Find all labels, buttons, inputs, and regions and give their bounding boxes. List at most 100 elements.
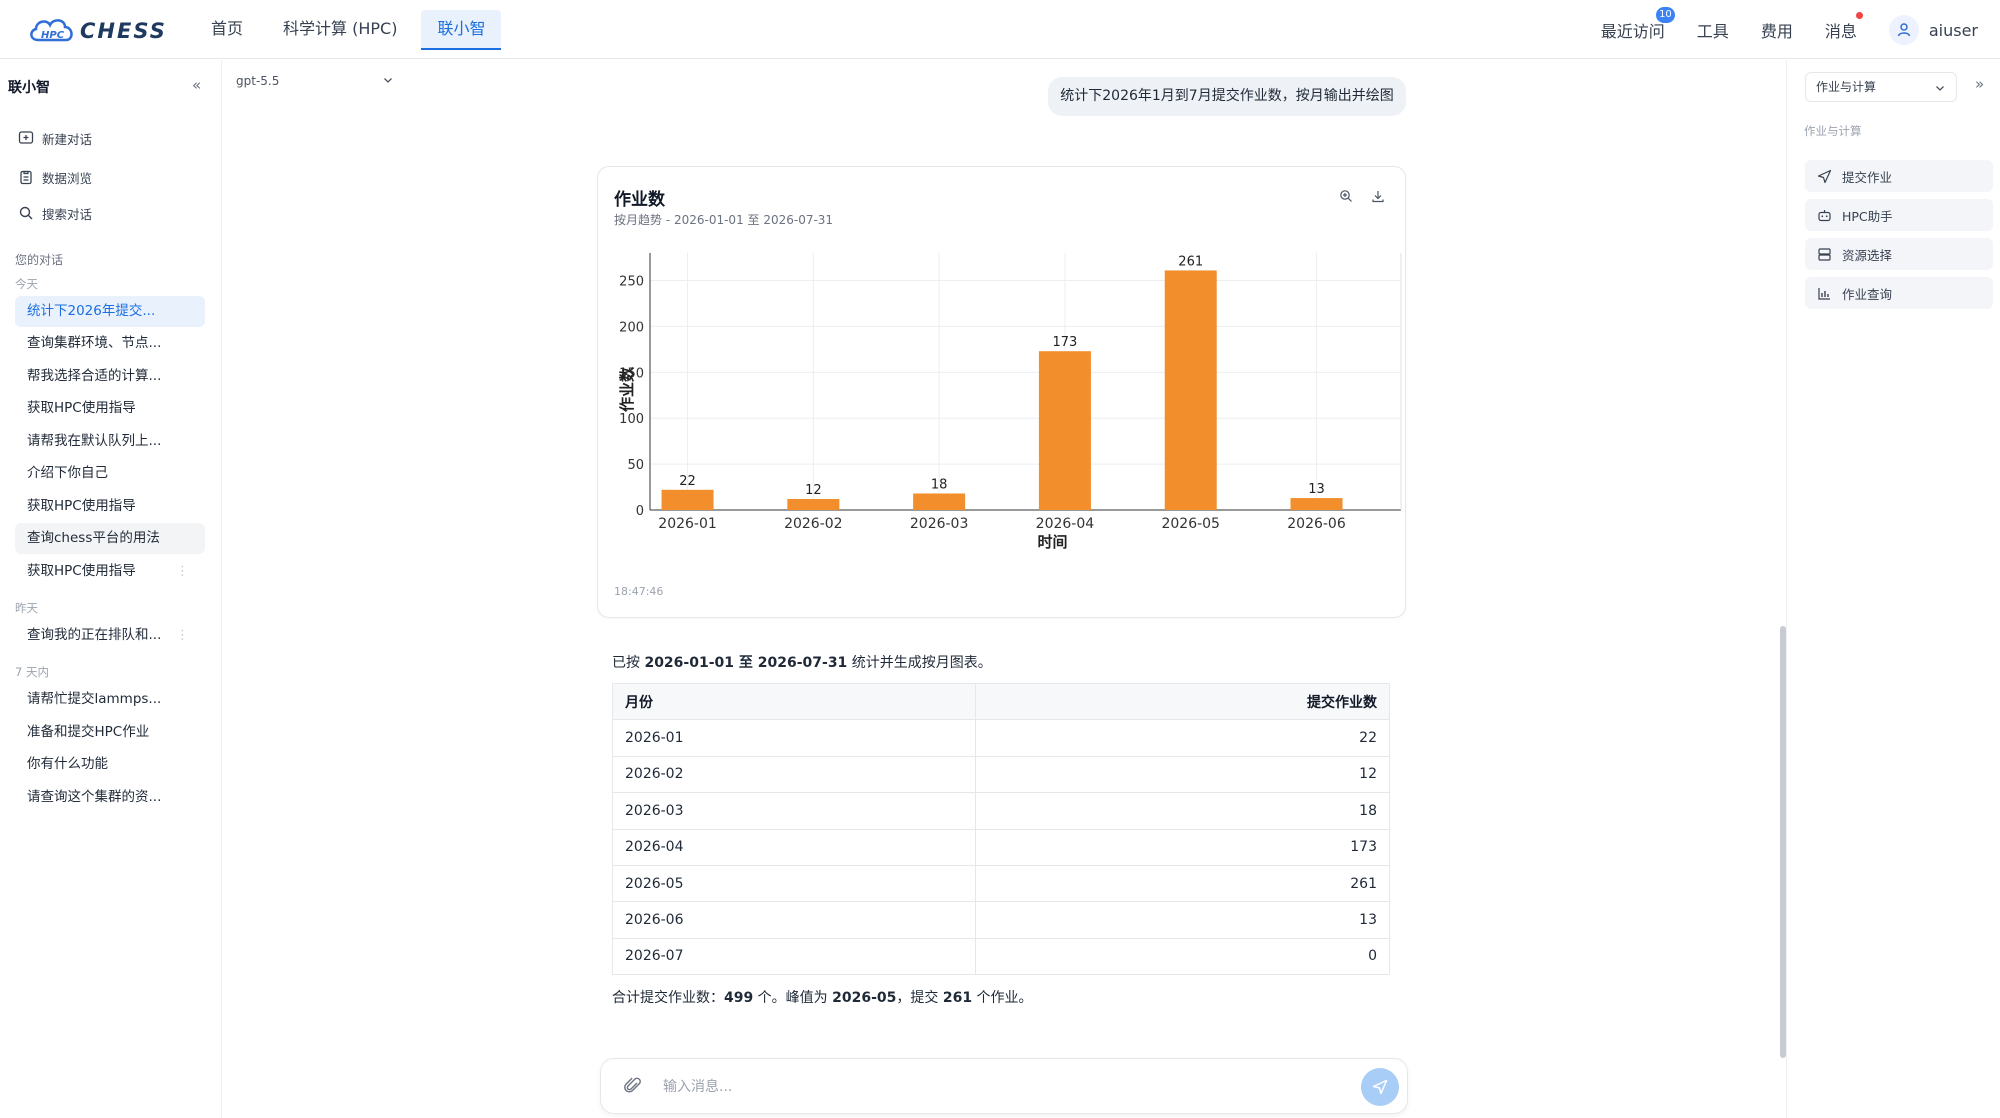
conversation-title: 查询我的正在排队和... <box>27 627 162 643</box>
fees-button[interactable]: 费用 <box>1761 18 1793 42</box>
search-icon <box>19 206 33 220</box>
sidebar-title: 联小智 <box>8 80 50 96</box>
conversation-item[interactable]: 统计下2026年提交... <box>15 296 205 327</box>
chess-logo[interactable]: HPC CHESS <box>28 14 165 46</box>
messages-button[interactable]: 消息 <box>1825 12 1863 42</box>
summary-text: 合计提交作业数：499 个。峰值为 2026-05，提交 261 个作业。 <box>612 987 1033 1007</box>
expand-panel-icon[interactable]: » <box>1975 75 1984 93</box>
main-nav: 首页 科学计算 (HPC) 联小智 <box>195 10 502 50</box>
table-row: 2026-07 0 <box>611 937 1390 976</box>
tools-button[interactable]: 工具 <box>1697 18 1729 42</box>
x-tick-label: 2026-03 <box>910 516 969 532</box>
month-cell: 2026-02 <box>611 755 977 794</box>
x-tick-label: 2026-05 <box>1161 516 1220 532</box>
y-tick-label: 250 <box>619 275 644 290</box>
conversation-item[interactable]: 获取HPC使用指导 ⋮ <box>15 556 205 587</box>
y-tick-label: 50 <box>627 458 644 473</box>
hpc-assistant-button[interactable]: HPC助手 <box>1805 199 1993 231</box>
month-cell: 2026-06 <box>611 901 977 939</box>
panel-section-label: 作业与计算 <box>1804 124 1862 138</box>
chevron-down-icon <box>1936 86 1944 91</box>
attachment-icon[interactable] <box>623 1076 643 1100</box>
conversation-item[interactable]: 请帮我在默认队列上... <box>15 426 205 457</box>
user-message-bubble: 统计下2026年1月到7月提交作业数，按月输出并绘图 <box>1048 77 1406 116</box>
message-composer <box>600 1058 1408 1114</box>
more-options-icon[interactable]: ⋮ <box>176 556 189 587</box>
reply-date-range: 2026-01-01 至 2026-07-31 <box>644 655 848 671</box>
table-row: 2026-01 22 <box>611 719 1390 757</box>
bar <box>1164 270 1217 510</box>
top-navbar: HPC CHESS 首页 科学计算 (HPC) 联小智 最近访问 10 工具 费… <box>0 0 2000 59</box>
new-chat-label: 新建对话 <box>42 131 93 147</box>
y-tick-label: 200 <box>619 320 644 335</box>
summary-peak-month: 2026-05 <box>832 990 897 1006</box>
your-conversations-heading: 您的对话 <box>15 253 64 267</box>
model-selector[interactable]: gpt-5.5 <box>236 74 394 94</box>
chart-card: 作业数 按月趋势 - 2026-01-01 至 2026-07-31 0 50 10… <box>597 166 1406 618</box>
conversation-sidebar: 联小智 « 新建对话 数据浏览 搜索对话 您的对话 今天 统计下2026年提交.… <box>0 60 222 1118</box>
bar-chart: 050100150200250222026-01122026-02182026-… <box>618 253 1402 551</box>
conversation-item[interactable]: 获取HPC使用指导 <box>15 491 205 522</box>
conversation-item[interactable]: 获取HPC使用指导 <box>15 393 205 424</box>
table-row: 2026-03 18 <box>611 792 1390 830</box>
user-menu[interactable]: aiuser <box>1888 15 1978 45</box>
bar <box>787 498 840 510</box>
submit-job-label: 提交作业 <box>1842 169 1893 185</box>
clipboard-icon <box>20 170 32 185</box>
summary-total: 499 <box>724 990 754 1006</box>
bar-value-label: 13 <box>1308 482 1325 497</box>
x-tick-label: 2026-01 <box>658 516 717 532</box>
conversation-item[interactable]: 请查询这个集群的资... <box>15 782 205 813</box>
monthly-jobs-table: 月份 提交作业数 2026-01 22 2026-02 12 2026-03 18 2… <box>611 682 1390 976</box>
summary-part: 个作业。 <box>972 990 1033 1006</box>
bar <box>1290 498 1343 510</box>
nav-home[interactable]: 首页 <box>195 10 259 50</box>
conversation-item[interactable]: 请帮忙提交lammps... <box>15 684 205 715</box>
bar <box>1038 351 1091 510</box>
model-name: gpt-5.5 <box>236 74 280 88</box>
message-input[interactable] <box>663 1075 1303 1099</box>
submit-job-button[interactable]: 提交作业 <box>1805 160 1993 192</box>
new-chat-button[interactable]: 新建对话 <box>18 126 92 150</box>
count-cell: 173 <box>975 828 1390 866</box>
category-select[interactable]: 作业与计算 <box>1805 72 1957 102</box>
search-chat-button[interactable]: 搜索对话 <box>18 201 92 225</box>
conversation-item[interactable]: 帮我选择合适的计算... <box>15 361 205 392</box>
table-row: 2026-02 12 <box>611 755 1390 794</box>
conversation-item[interactable]: 准备和提交HPC作业 <box>15 717 205 748</box>
y-tick-label: 0 <box>636 504 644 519</box>
job-query-button[interactable]: 作业查询 <box>1805 277 1993 309</box>
month-cell: 2026-01 <box>611 719 977 757</box>
resource-select-label: 资源选择 <box>1842 247 1893 263</box>
send-button[interactable] <box>1361 1068 1399 1106</box>
assistant-reply-text: 已按 2026-01-01 至 2026-07-31 统计并生成按月图表。 <box>612 652 1392 672</box>
month-cell: 2026-03 <box>611 792 977 830</box>
month-cell: 2026-04 <box>611 828 977 866</box>
x-tick-label: 2026-04 <box>1036 516 1095 532</box>
job-query-label: 作业查询 <box>1842 286 1893 302</box>
x-tick-label: 2026-06 <box>1287 516 1346 532</box>
collapse-sidebar-icon[interactable]: « <box>192 76 201 94</box>
conversation-item[interactable]: 查询集群环境、节点... <box>15 328 205 359</box>
data-browse-button[interactable]: 数据浏览 <box>18 165 92 189</box>
count-cell: 0 <box>975 937 1390 976</box>
conversation-item[interactable]: 你有什么功能 <box>15 749 205 780</box>
user-avatar-icon <box>1888 15 1919 45</box>
table-row: 2026-04 173 <box>611 828 1390 866</box>
nav-hpc[interactable]: 科学计算 (HPC) <box>267 10 413 50</box>
recent-visits-button[interactable]: 最近访问 10 <box>1601 7 1675 42</box>
y-axis-title: 作业数 <box>618 366 636 412</box>
resource-select-button[interactable]: 资源选择 <box>1805 238 1993 270</box>
bar <box>913 493 966 510</box>
nav-lianxiaozhi[interactable]: 联小智 <box>421 10 502 50</box>
x-tick-label: 2026-02 <box>784 516 843 532</box>
conversation-item[interactable]: 介绍下你自己 <box>15 458 205 489</box>
conversation-item[interactable]: 查询chess平台的用法 <box>15 523 205 554</box>
more-options-icon[interactable]: ⋮ <box>176 620 189 651</box>
notification-dot <box>1855 12 1863 19</box>
month-cell: 2026-05 <box>611 864 977 903</box>
cloud-logo-icon: HPC <box>30 19 73 42</box>
column-header-count: 提交作业数 <box>975 682 1390 721</box>
bar-chart-icon <box>1818 287 1830 300</box>
conversation-item[interactable]: 查询我的正在排队和... ⋮ <box>15 620 205 651</box>
